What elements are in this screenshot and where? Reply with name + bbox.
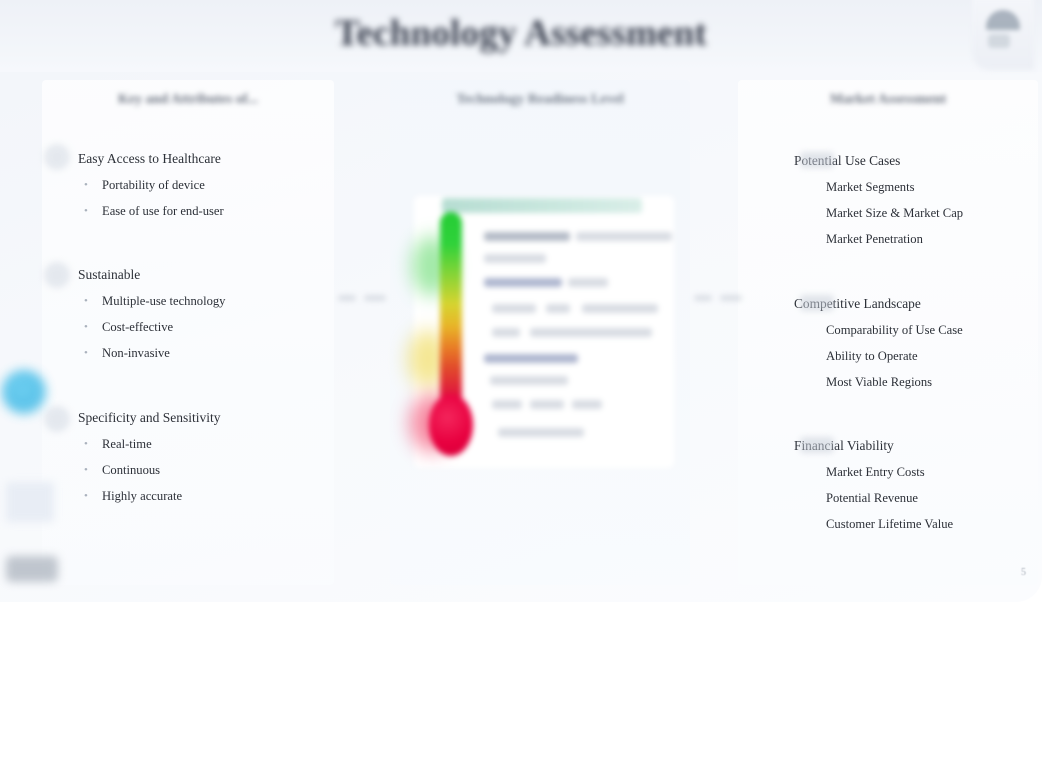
readiness-row-label: [484, 354, 578, 363]
accessibility-icon: [44, 144, 70, 170]
readiness-row-label: [484, 278, 562, 287]
decorative-block-upper: [6, 482, 54, 522]
readiness-card-title: [442, 198, 642, 213]
readiness-row-value: [530, 400, 564, 409]
readiness-row-value: [490, 376, 568, 385]
panel-header-technology-criteria: Key and Attributes of...: [118, 92, 258, 107]
connector-segment: [720, 295, 742, 301]
connector-segment: [364, 295, 386, 301]
list-item-label: Portability of device: [102, 178, 205, 192]
panel-technology-criteria: Key and Attributes of... Easy Access to …: [42, 80, 334, 585]
thermometer-icon: [408, 212, 474, 462]
list-item-label: Non-invasive: [102, 346, 170, 360]
logo-mark-lower: [988, 34, 1010, 48]
list-item-label: Market Size & Market Cap: [826, 206, 964, 220]
decorative-block-lower: [6, 556, 58, 582]
readiness-row-value: [572, 400, 602, 409]
list-item-label: Highly accurate: [102, 489, 183, 503]
list-item: • Multiple-use technology: [78, 293, 338, 310]
group-specificity: Specificity and Sensitivity • Real-time …: [78, 409, 338, 505]
bullet-icon: •: [84, 179, 88, 191]
page-title: Technology Assessment: [335, 13, 707, 54]
list-item-label: Multiple-use technology: [102, 294, 226, 308]
competition-icon: [800, 295, 834, 311]
list-item-label: Real-time: [102, 437, 152, 451]
bullet-icon: •: [84, 464, 88, 476]
list-item-label: Market Entry Costs: [826, 465, 925, 479]
list-item: • Non-invasive: [78, 345, 338, 362]
list-item-label: Continuous: [102, 463, 161, 477]
thermometer-bulb: [429, 394, 473, 456]
bullet-icon: •: [84, 321, 88, 333]
list-item: • Cost-effective: [78, 319, 338, 336]
panel-header-market-assessment: Market Assessment: [829, 92, 947, 107]
bullet-icon: •: [84, 438, 88, 450]
connector-segment: [694, 295, 712, 301]
slide-header-band: Technology Assessment: [0, 0, 1042, 72]
readiness-row-label: [498, 428, 584, 437]
readiness-row-value: [576, 232, 672, 241]
list-item-label: Ability to Operate: [826, 349, 918, 363]
panel-header-technology-readiness: Technology Readiness Level: [456, 92, 624, 107]
list-item-label: Market Segments: [826, 180, 915, 194]
bullet-icon: •: [84, 295, 88, 307]
readiness-row-label: [492, 328, 520, 337]
bullet-icon: •: [84, 490, 88, 502]
use-case-icon: [800, 152, 834, 168]
readiness-row-label: [484, 232, 570, 241]
readiness-row-label: [492, 400, 522, 409]
list-item: • Ease of use for end-user: [78, 203, 338, 220]
finance-icon: [800, 437, 834, 453]
readiness-row-value: [546, 304, 570, 313]
group-financial-viability: Financial Viability Market Entry Costs P…: [794, 437, 1042, 533]
list-item: • Continuous: [78, 462, 338, 479]
group-title: Sustainable: [78, 267, 141, 282]
thermometer-stem: [440, 212, 462, 412]
decorative-circle-icon: [2, 370, 46, 414]
readiness-row-value: [568, 278, 608, 287]
panel-market-assessment: Market Assessment Potential Use Cases Ma…: [738, 80, 1038, 585]
connector-center-to-right: [694, 288, 746, 308]
page-number: 5: [1021, 567, 1026, 578]
connector-left-to-center: [338, 288, 390, 308]
sustainability-icon: [44, 262, 70, 288]
group-sustainable: Sustainable • Multiple-use technology • …: [78, 266, 338, 362]
readiness-row-value: [582, 304, 658, 313]
list-item: • Real-time: [78, 436, 338, 453]
thermometer-scale: [400, 190, 682, 472]
panel-technology-readiness: Technology Readiness Level: [390, 80, 690, 585]
group-easy-access: Easy Access to Healthcare • Portability …: [78, 150, 338, 220]
group-competitive-landscape: Competitive Landscape Comparability of U…: [794, 295, 1042, 391]
readiness-row-label: [492, 304, 536, 313]
list-item-label: Market Penetration: [826, 232, 923, 246]
slide-canvas: Technology Assessment Key and Attributes…: [0, 0, 1042, 602]
logo-mark-upper: [986, 10, 1020, 30]
list-item: • Highly accurate: [78, 488, 338, 505]
group-potential-use-cases: Potential Use Cases Market Segments Mark…: [794, 152, 1042, 248]
bullet-icon: •: [84, 347, 88, 359]
group-title: Easy Access to Healthcare: [78, 151, 221, 166]
readiness-row-value: [530, 328, 652, 337]
list-item-label: Comparability of Use Case: [826, 323, 963, 337]
list-item: • Portability of device: [78, 177, 338, 194]
group-title: Specificity and Sensitivity: [78, 410, 221, 425]
connector-segment: [338, 295, 356, 301]
company-logo: [972, 0, 1034, 70]
list-item-label: Cost-effective: [102, 320, 174, 334]
readiness-row-label: [484, 254, 546, 263]
list-item-label: Most Viable Regions: [826, 375, 933, 389]
list-item-label: Potential Revenue: [826, 491, 918, 505]
list-item-label: Customer Lifetime Value: [826, 517, 954, 531]
precision-icon: [44, 406, 70, 432]
list-item-label: Ease of use for end-user: [102, 204, 224, 218]
bullet-icon: •: [84, 205, 88, 217]
